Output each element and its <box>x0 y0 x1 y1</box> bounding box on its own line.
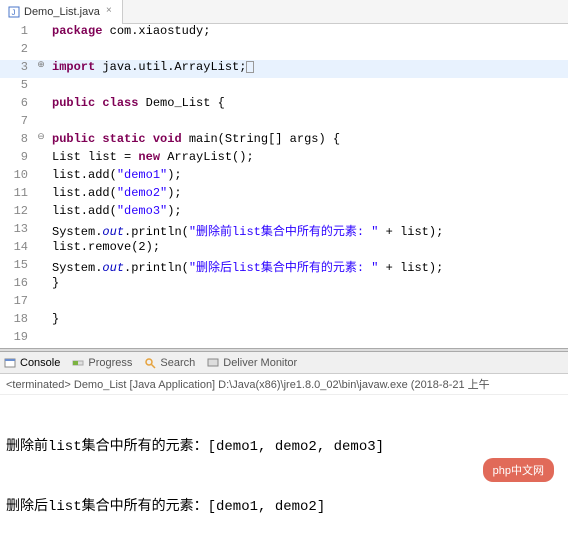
fold-toggle[interactable]: ⊖ <box>34 132 48 150</box>
close-icon[interactable]: × <box>104 7 114 17</box>
line-number: 14 <box>0 240 34 258</box>
code-text[interactable]: import java.util.ArrayList; <box>48 60 568 78</box>
code-text[interactable]: list.remove(2); <box>48 240 568 258</box>
code-text[interactable] <box>48 294 568 312</box>
line-number: 15 <box>0 258 34 276</box>
line-number: 17 <box>0 294 34 312</box>
code-line[interactable]: 9 List list = new ArrayList(); <box>0 150 568 168</box>
tab-console-label: Console <box>20 357 60 369</box>
console-line: 删除后list集合中所有的元素：[demo1, demo2] <box>6 497 562 517</box>
code-text[interactable]: } <box>48 276 568 294</box>
fold-toggle <box>34 168 48 186</box>
code-text[interactable]: } <box>48 312 568 330</box>
code-line[interactable]: 7 <box>0 114 568 132</box>
code-line[interactable]: 12 list.add("demo3"); <box>0 204 568 222</box>
code-text[interactable] <box>48 114 568 132</box>
fold-toggle <box>34 294 48 312</box>
code-line[interactable]: 6 public class Demo_List { <box>0 96 568 114</box>
editor-tab[interactable]: J Demo_List.java × <box>0 0 123 24</box>
code-line[interactable]: 11 list.add("demo2"); <box>0 186 568 204</box>
line-number: 8 <box>0 132 34 150</box>
code-text[interactable]: list.add("demo1"); <box>48 168 568 186</box>
console-icon <box>4 357 16 369</box>
fold-toggle <box>34 150 48 168</box>
fold-toggle <box>34 78 48 96</box>
editor-tab-bar: J Demo_List.java × <box>0 0 568 24</box>
java-file-icon: J <box>8 6 20 18</box>
fold-toggle <box>34 114 48 132</box>
code-line[interactable]: 18} <box>0 312 568 330</box>
tab-search-label: Search <box>160 357 195 369</box>
fold-toggle[interactable]: ⊕ <box>34 60 48 78</box>
line-number: 18 <box>0 312 34 330</box>
code-line[interactable]: 5 <box>0 78 568 96</box>
code-line[interactable]: 1 package com.xiaostudy; <box>0 24 568 42</box>
fold-toggle <box>34 222 48 240</box>
tab-deliver-monitor[interactable]: Deliver Monitor <box>207 357 297 369</box>
monitor-icon <box>207 357 219 369</box>
fold-toggle <box>34 96 48 114</box>
fold-toggle <box>34 258 48 276</box>
watermark-badge: php中文网 <box>483 458 554 482</box>
bottom-tabs: Console Progress Search Deliver Monitor <box>0 352 568 374</box>
code-text[interactable]: list.add("demo3"); <box>48 204 568 222</box>
code-text[interactable] <box>48 330 568 348</box>
code-text[interactable]: System.out.println("删除后list集合中所有的元素: " +… <box>48 258 568 276</box>
code-text[interactable]: public class Demo_List { <box>48 96 568 114</box>
code-text[interactable]: package com.xiaostudy; <box>48 24 568 42</box>
code-text[interactable]: list.add("demo2"); <box>48 186 568 204</box>
line-number: 11 <box>0 186 34 204</box>
code-line[interactable]: 3⊕import java.util.ArrayList; <box>0 60 568 78</box>
code-text[interactable] <box>48 42 568 60</box>
code-line[interactable]: 10 list.add("demo1"); <box>0 168 568 186</box>
line-number: 6 <box>0 96 34 114</box>
line-number: 7 <box>0 114 34 132</box>
line-number: 10 <box>0 168 34 186</box>
code-line[interactable]: 16 } <box>0 276 568 294</box>
line-number: 12 <box>0 204 34 222</box>
line-number: 19 <box>0 330 34 348</box>
fold-toggle <box>34 312 48 330</box>
code-line[interactable]: 15 System.out.println("删除后list集合中所有的元素: … <box>0 258 568 276</box>
line-number: 2 <box>0 42 34 60</box>
console-line: 删除前list集合中所有的元素：[demo1, demo2, demo3] <box>6 437 562 457</box>
code-line[interactable]: 13 System.out.println("删除前list集合中所有的元素: … <box>0 222 568 240</box>
code-text[interactable]: public static void main(String[] args) { <box>48 132 568 150</box>
fold-toggle <box>34 24 48 42</box>
tab-progress-label: Progress <box>88 357 132 369</box>
search-icon <box>144 357 156 369</box>
fold-toggle <box>34 276 48 294</box>
line-number: 9 <box>0 150 34 168</box>
line-number: 3 <box>0 60 34 78</box>
code-line[interactable]: 2 <box>0 42 568 60</box>
code-line[interactable]: 14 list.remove(2); <box>0 240 568 258</box>
tab-console[interactable]: Console <box>4 357 60 369</box>
progress-icon <box>72 357 84 369</box>
code-line[interactable]: 8⊖ public static void main(String[] args… <box>0 132 568 150</box>
line-number: 16 <box>0 276 34 294</box>
editor-tab-label: Demo_List.java <box>24 6 100 18</box>
code-line[interactable]: 17 <box>0 294 568 312</box>
svg-text:J: J <box>11 9 16 18</box>
fold-toggle <box>34 240 48 258</box>
line-number: 5 <box>0 78 34 96</box>
line-number: 13 <box>0 222 34 240</box>
tab-search[interactable]: Search <box>144 357 195 369</box>
code-text[interactable]: List list = new ArrayList(); <box>48 150 568 168</box>
code-text[interactable]: System.out.println("删除前list集合中所有的元素: " +… <box>48 222 568 240</box>
tab-progress[interactable]: Progress <box>72 357 132 369</box>
line-number: 1 <box>0 24 34 42</box>
fold-toggle <box>34 186 48 204</box>
console-status: <terminated> Demo_List [Java Application… <box>0 374 568 395</box>
fold-toggle <box>34 330 48 348</box>
code-line[interactable]: 19 <box>0 330 568 348</box>
fold-toggle <box>34 42 48 60</box>
fold-toggle <box>34 204 48 222</box>
code-text[interactable] <box>48 78 568 96</box>
tab-deliver-label: Deliver Monitor <box>223 357 297 369</box>
code-editor[interactable]: 1 package com.xiaostudy; 23⊕import java.ut… <box>0 24 568 348</box>
